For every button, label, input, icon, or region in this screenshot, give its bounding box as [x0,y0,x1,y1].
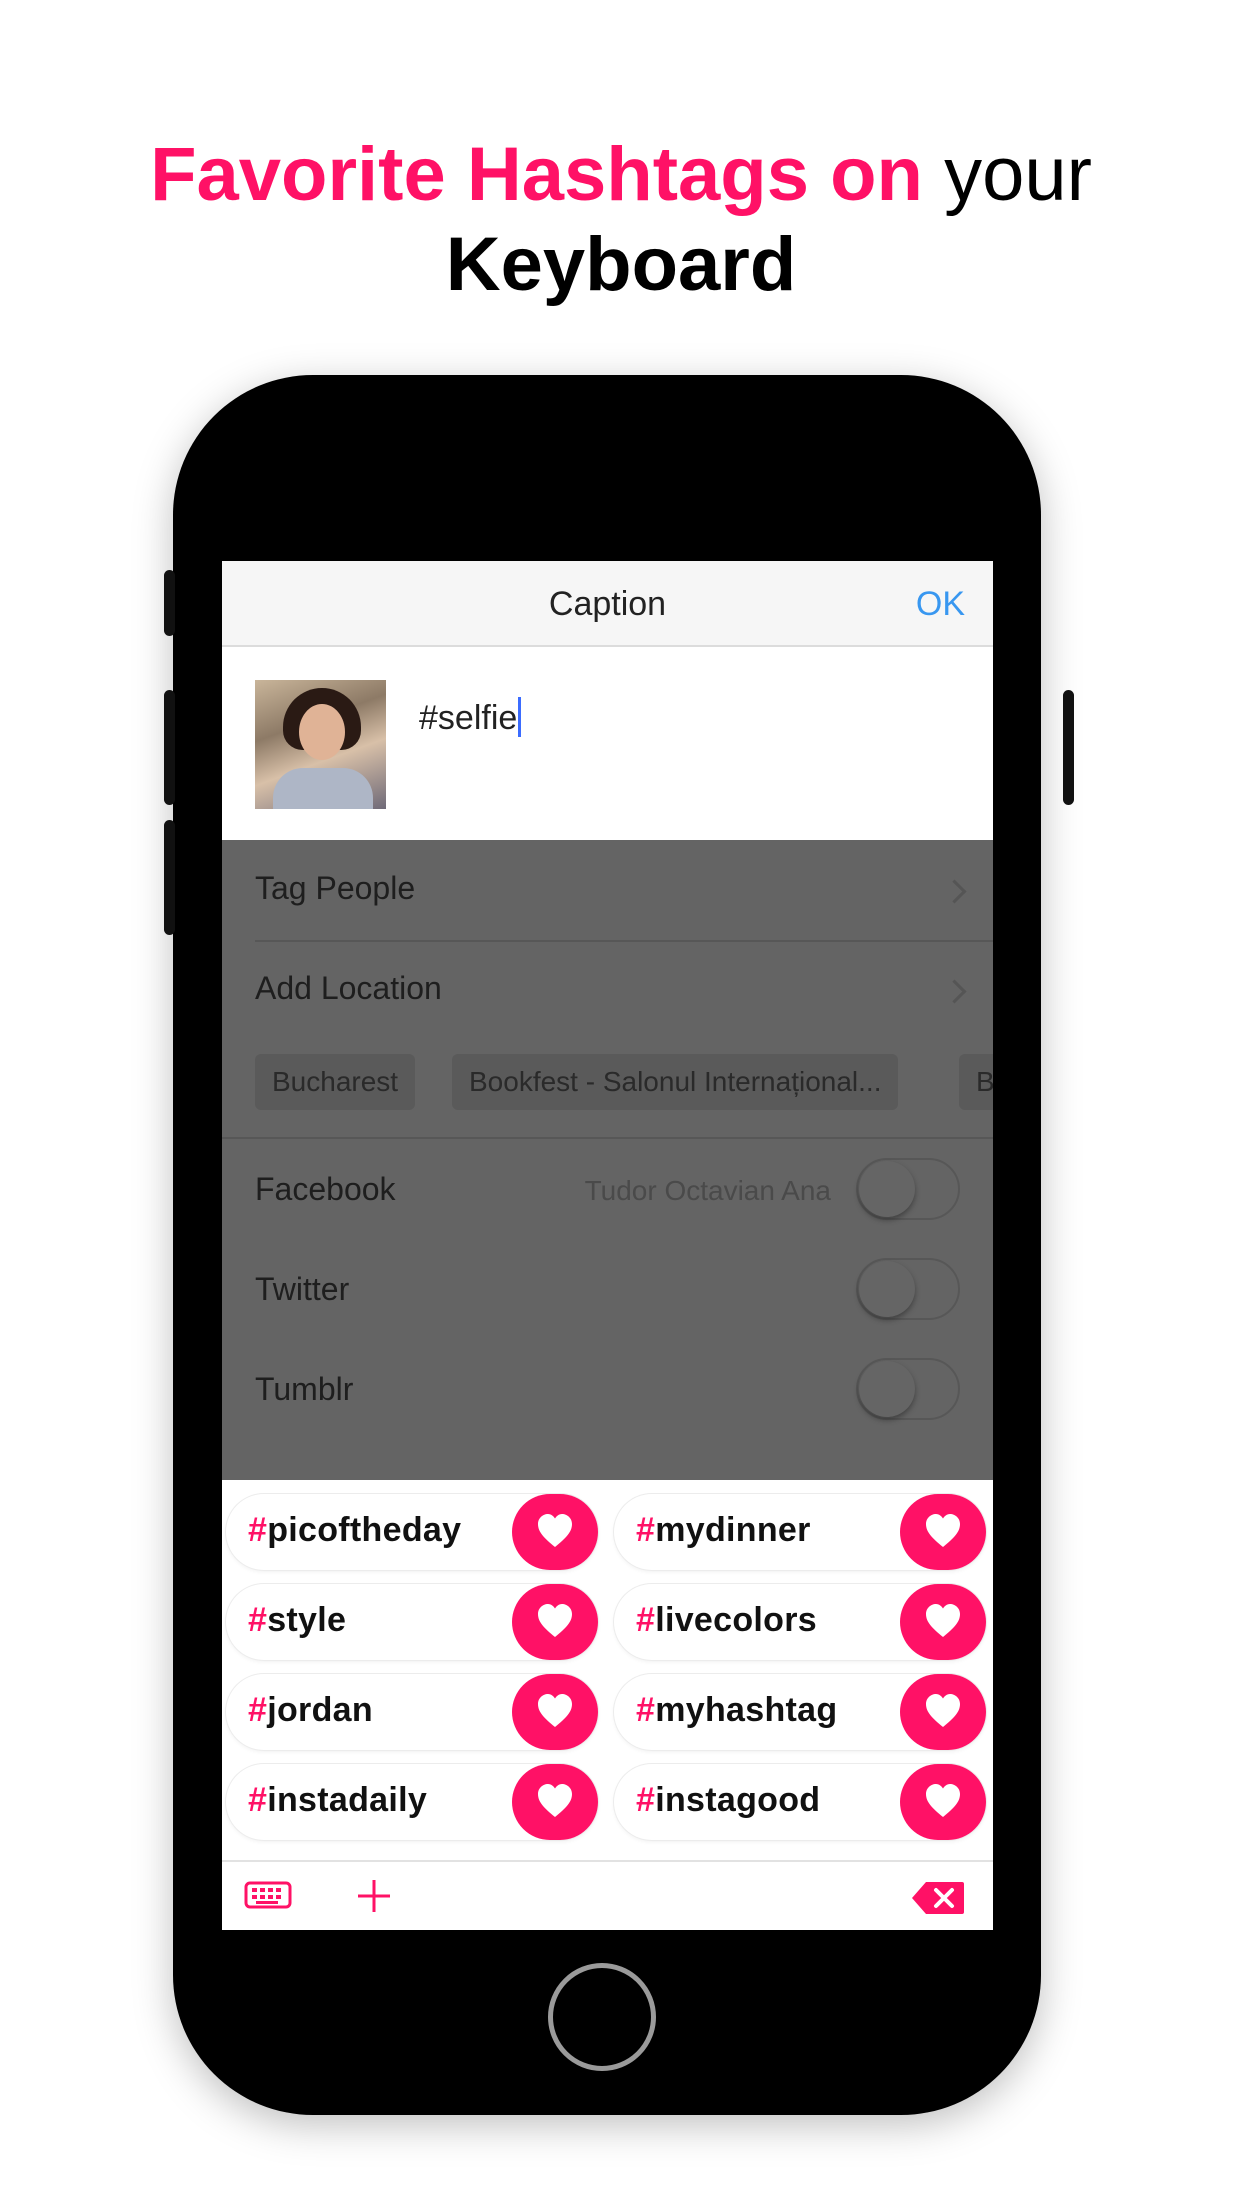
power-button [1063,690,1074,805]
mute-switch [164,570,175,636]
volume-down-button [164,820,175,935]
hashtag-text: instagood [655,1781,821,1819]
share-tumblr-row: Tumblr [222,1338,993,1438]
location-suggestions: Bucharest Bookfest - Salonul Internațion… [222,1054,993,1110]
hash-symbol: # [248,1781,268,1819]
hashtag-label: #jordan [248,1691,373,1730]
hashtag-pill[interactable]: #instagood [614,1764,986,1840]
add-location-label: Add Location [255,970,442,1006]
hashtag-pill[interactable]: #picoftheday [226,1494,598,1570]
caption-text: #selfie [419,699,518,737]
favorite-heart-button[interactable] [900,1494,986,1570]
nav-bar: Caption OK [222,561,993,647]
hashtag-text: mydinner [655,1511,811,1549]
headline-pink-text: Favorite Hashtags on [150,132,923,217]
favorite-heart-button[interactable] [900,1584,986,1660]
hashtag-pill[interactable]: #style [226,1584,598,1660]
hash-symbol: # [636,1691,656,1729]
hashtag-text: jordan [267,1691,373,1729]
caption-area: #selfie [222,647,993,840]
location-chip-bookfest[interactable]: Bookfest - Salonul Internațional... [452,1054,899,1110]
text-cursor [518,697,522,737]
keyboard-toolbar [222,1860,993,1930]
tag-people-row[interactable]: Tag People [222,840,993,940]
add-location-row[interactable]: Add Location [222,940,993,1040]
hashtag-label: #livecolors [636,1601,817,1640]
hashtag-pill[interactable]: #jordan [226,1674,598,1750]
headline-bold-text: Keyboard [445,222,797,307]
favorite-heart-button[interactable] [900,1764,986,1840]
hash-symbol: # [636,1781,656,1819]
tag-people-label: Tag People [255,870,416,906]
keyboard-icon[interactable] [244,1878,292,1917]
favorite-heart-button[interactable] [512,1494,598,1570]
twitter-label: Twitter [255,1271,350,1307]
favorite-heart-button[interactable] [900,1674,986,1750]
headline: Favorite Hashtags on your Keyboard [0,130,1242,310]
hashtag-label: #mydinner [636,1511,811,1550]
facebook-label: Facebook [255,1171,396,1207]
hashtag-text: picoftheday [267,1511,462,1549]
hashtag-pill[interactable]: #mydinner [614,1494,986,1570]
hashtag-text: myhashtag [655,1691,838,1729]
hashtag-pill[interactable]: #livecolors [614,1584,986,1660]
hash-symbol: # [248,1691,268,1729]
twitter-toggle[interactable] [856,1258,960,1320]
facebook-account-name: Tudor Octavian Ana [584,1175,831,1206]
hashtag-label: #style [248,1601,346,1640]
caption-input[interactable]: #selfie [419,697,522,738]
hashtag-text: livecolors [655,1601,817,1639]
hash-symbol: # [248,1511,268,1549]
hashtag-pill[interactable]: #instadaily [226,1764,598,1840]
plus-icon[interactable] [354,1876,394,1921]
share-facebook-row: Facebook Tudor Octavian Ana [222,1138,993,1238]
hashtag-keyboard: #picoftheday #mydinner #style #livecolors #j… [222,1480,993,1930]
nav-title: Caption [548,585,667,623]
hashtag-label: #instadaily [248,1781,427,1820]
settings-list-dimmed: Tag People Add Location Bucharest Bookfe… [222,840,993,1480]
favorite-heart-button[interactable] [512,1764,598,1840]
headline-plain-text: your [944,132,1092,217]
hashtag-text: instadaily [267,1781,428,1819]
favorite-heart-button[interactable] [512,1674,598,1750]
hash-symbol: # [636,1601,656,1639]
chevron-right-icon [942,879,967,904]
hashtag-pill[interactable]: #myhashtag [614,1674,986,1750]
hashtag-text: style [267,1601,347,1639]
facebook-toggle[interactable] [856,1158,960,1220]
tumblr-toggle[interactable] [856,1358,960,1420]
hashtag-label: #instagood [636,1781,820,1820]
photo-thumbnail [255,680,386,809]
favorite-heart-button[interactable] [512,1584,598,1660]
ok-button[interactable]: OK [916,585,965,624]
hashtag-label: #myhashtag [636,1691,837,1730]
volume-up-button [164,690,175,805]
share-twitter-row: Twitter [222,1238,993,1338]
tumblr-label: Tumblr [255,1371,354,1407]
chevron-right-icon [942,979,967,1004]
home-button[interactable] [548,1963,656,2071]
hash-symbol: # [636,1511,656,1549]
hashtag-label: #picoftheday [248,1511,461,1550]
phone-screen: Caption OK #selfie Tag People Add Locati… [222,561,993,1930]
location-chip-partial[interactable]: Bu [959,1054,993,1110]
backspace-icon[interactable] [910,1880,966,1921]
hash-symbol: # [248,1601,268,1639]
headline-line-1: Favorite Hashtags on your [0,130,1242,220]
location-chip-bucharest[interactable]: Bucharest [255,1054,416,1110]
